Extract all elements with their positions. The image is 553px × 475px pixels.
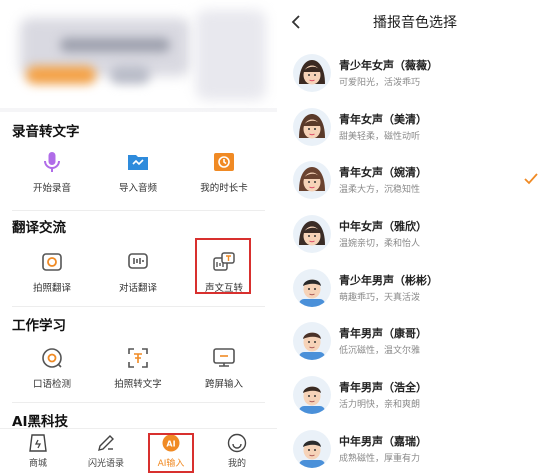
clock-card-icon [212, 150, 236, 174]
bottom-nav: 商城 闪光语录 AI AI输入 我的 [0, 428, 277, 475]
voice-option[interactable]: 青年女声（婉清） 温柔大方，沉稳知性 [277, 157, 553, 211]
voice-option[interactable]: 青少年男声（彬彬） 萌趣乖巧，天真活泼 [277, 265, 553, 319]
divider [12, 402, 265, 403]
grid-item-label: 导入音频 [118, 183, 157, 194]
grid-item-label: 口语检测 [32, 379, 71, 390]
voice-option[interactable]: 青年女声（美清） 甜美轻柔，磁性动听 [277, 104, 553, 158]
voice-name: 青年女声（婉清） [339, 166, 427, 179]
voice-option[interactable]: 青年男声（浩全） 活力明快，亲和爽朗 [277, 372, 553, 426]
nav-label: 商城 [28, 459, 47, 469]
right-panel: 播报音色选择 青少年女声（薇薇） 可爱阳光，活泼乖巧 青年女声（美清） 甜美轻柔，磁性… [277, 0, 553, 475]
shop-icon [28, 433, 48, 453]
divider [12, 306, 265, 307]
nav-label: 闪光语录 [87, 459, 124, 469]
microphone-icon [40, 150, 64, 174]
voice-name: 青年男声（浩全） [339, 381, 427, 394]
grid-item-label: 我的时长卡 [200, 183, 248, 194]
page-title: 播报音色选择 [373, 15, 457, 31]
voice-option[interactable]: 青少年女声（薇薇） 可爱阳光，活泼乖巧 [277, 50, 553, 104]
cross-screen-icon [212, 346, 236, 370]
voice-name: 青年女声（美清） [339, 113, 427, 126]
avatar [293, 322, 331, 360]
voice-description: 低沉磁性，温文尔雅 [339, 346, 421, 356]
dialog-translate-icon [126, 250, 150, 274]
divider [12, 210, 265, 211]
grid-item-label: 跨屏输入 [204, 379, 243, 390]
grid-item-duration-card[interactable]: 我的时长卡 [178, 150, 270, 194]
voice-name: 青少年男声（彬彬） [339, 274, 438, 287]
avatar [293, 108, 331, 146]
voice-description: 温柔大方，沉稳知性 [339, 185, 421, 195]
section-title: 翻译交流 [12, 220, 66, 236]
avatar [293, 269, 331, 307]
avatar [293, 161, 331, 199]
voice-description: 成熟磁性，厚重有力 [339, 454, 421, 464]
grid-item-speech-check[interactable]: 口语检测 [6, 346, 98, 390]
left-panel: 录音转文字 开始录音 导入音频 我的时长卡 翻译交流 拍照翻译 对话翻译 声文互… [0, 0, 277, 475]
voice-name: 青少年女声（薇薇） [339, 59, 438, 72]
section-title: AI黑科技 [12, 414, 68, 430]
section-record: 录音转文字 开始录音 导入音频 我的时长卡 [0, 112, 277, 210]
avatar [293, 215, 331, 253]
nav-item-shop[interactable]: 商城 [8, 433, 68, 469]
check-icon [523, 171, 539, 185]
section-ai-tech: AI黑科技 [0, 402, 277, 430]
highlight-box-ai-input [148, 433, 194, 473]
photo-to-text-icon [126, 346, 150, 370]
highlight-box-voice-text [195, 238, 251, 294]
grid-item-photo-to-text[interactable]: 拍照转文字 [92, 346, 184, 390]
grid-item-label: 拍照转文字 [114, 379, 162, 390]
avatar [293, 376, 331, 414]
section-title: 录音转文字 [12, 124, 80, 140]
folder-icon [126, 150, 150, 174]
camera-translate-icon [40, 250, 64, 274]
profile-icon [227, 433, 247, 453]
voice-name: 中年女声（雅欣） [339, 220, 427, 233]
grid-item-dialog-translate[interactable]: 对话翻译 [92, 250, 184, 294]
grid-item-start-record[interactable]: 开始录音 [6, 150, 98, 194]
grid-item-label: 开始录音 [32, 183, 71, 194]
voice-option[interactable]: 中年女声（雅欣） 温婉亲切，柔和怡人 [277, 211, 553, 265]
speech-check-icon [40, 346, 64, 370]
pen-icon [96, 433, 116, 453]
blurred-banner [0, 0, 277, 108]
voice-description: 活力明快，亲和爽朗 [339, 400, 421, 410]
voice-description: 甜美轻柔，磁性动听 [339, 132, 421, 142]
voice-option[interactable]: 青年男声（康哥） 低沉磁性，温文尔雅 [277, 318, 553, 372]
grid-item-label: 对话翻译 [118, 283, 157, 294]
grid-item-label: 拍照翻译 [32, 283, 71, 294]
voice-name: 青年男声（康哥） [339, 327, 427, 340]
voice-description: 可爱阳光，活泼乖巧 [339, 78, 421, 88]
grid-item-cross-screen[interactable]: 跨屏输入 [178, 346, 270, 390]
voice-description: 温婉亲切，柔和怡人 [339, 239, 421, 249]
grid-item-photo-translate[interactable]: 拍照翻译 [6, 250, 98, 294]
avatar [293, 430, 331, 468]
section-title: 工作学习 [12, 318, 66, 334]
section-work-study: 工作学习 口语检测 拍照转文字 跨屏输入 [0, 306, 277, 402]
avatar [293, 54, 331, 92]
voice-description: 萌趣乖巧，天真活泼 [339, 293, 421, 303]
grid-item-import-audio[interactable]: 导入音频 [92, 150, 184, 194]
nav-item-profile[interactable]: 我的 [207, 433, 267, 469]
voice-name: 中年男声（嘉瑞） [339, 435, 427, 448]
voice-option[interactable]: 中年男声（嘉瑞） 成熟磁性，厚重有力 [277, 426, 553, 475]
nav-item-quotes[interactable]: 闪光语录 [76, 433, 136, 469]
nav-label: 我的 [227, 459, 246, 469]
